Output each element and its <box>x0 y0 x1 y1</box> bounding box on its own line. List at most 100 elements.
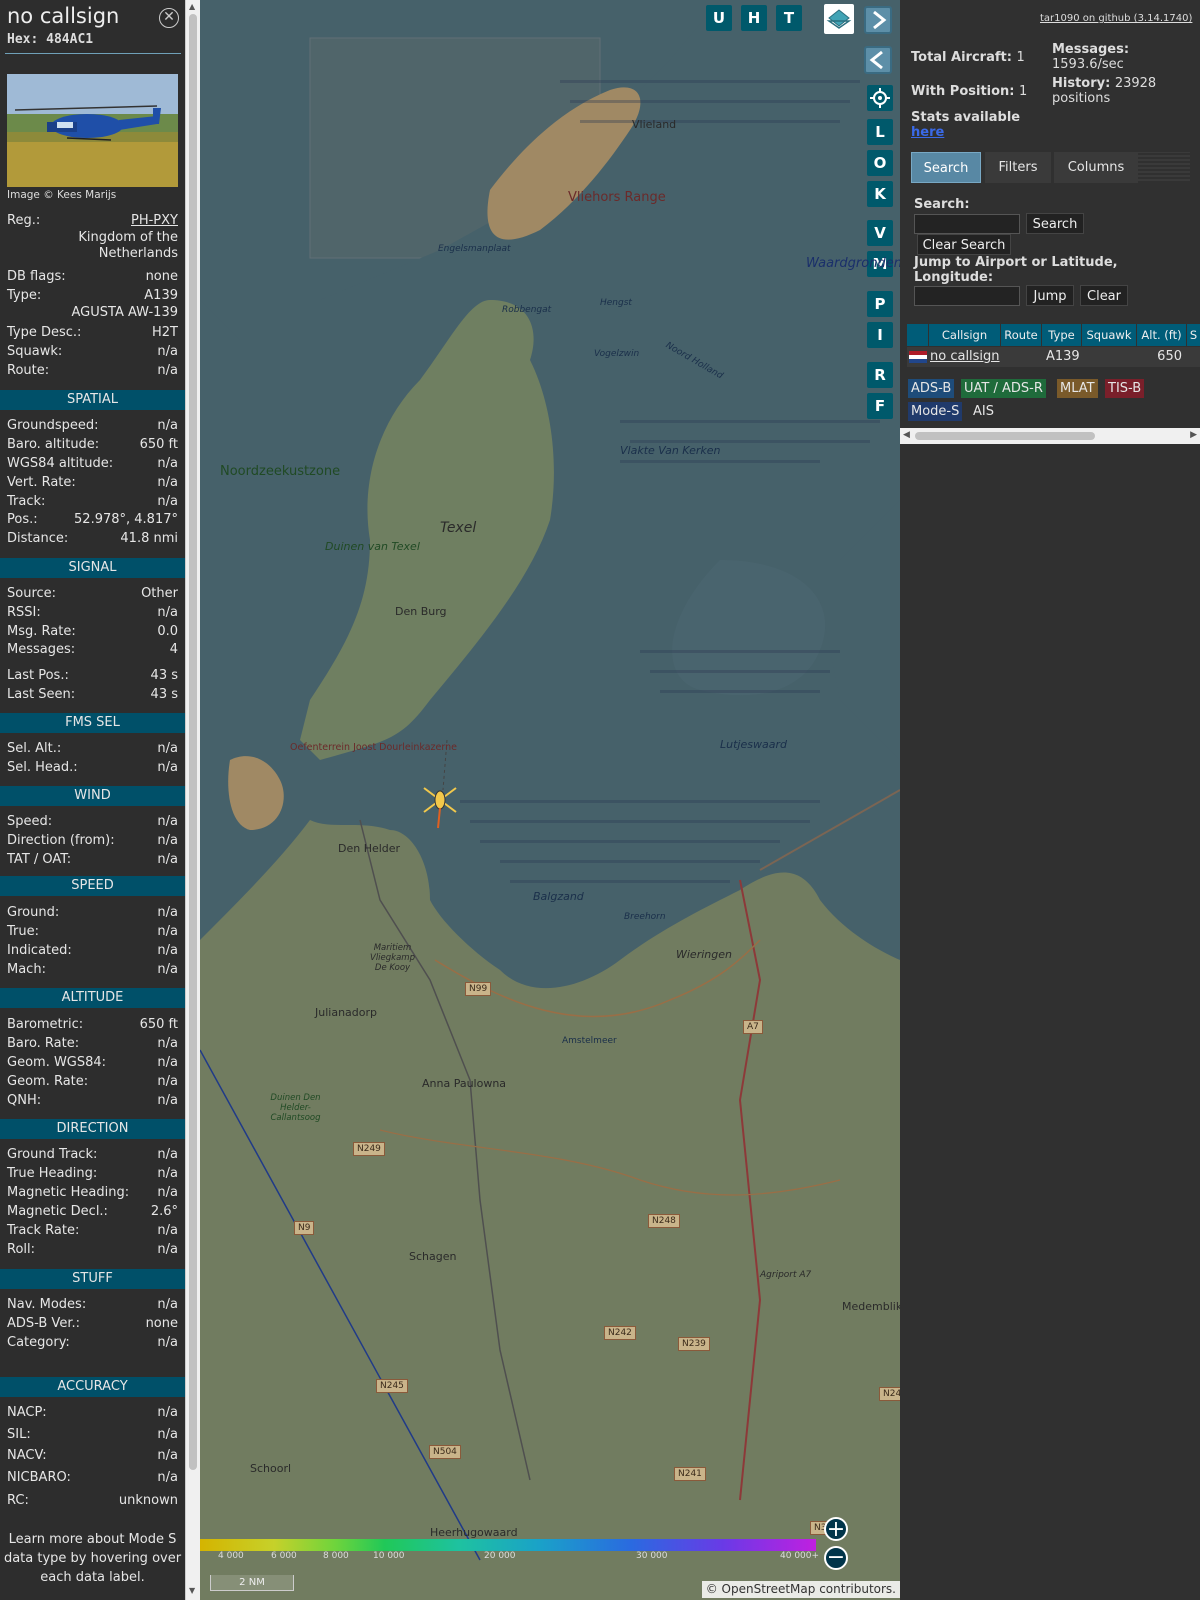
info-key[interactable]: Roll: <box>7 1241 35 1259</box>
aircraft-photo[interactable] <box>7 74 178 187</box>
scroll-right-icon[interactable]: ▶ <box>1190 430 1197 440</box>
clear-button[interactable]: Clear <box>1080 285 1128 306</box>
map-button-k[interactable]: K <box>867 181 893 207</box>
info-key[interactable]: Pos.: <box>7 511 38 529</box>
info-key[interactable]: Indicated: <box>7 942 72 960</box>
info-key[interactable]: Nav. Modes: <box>7 1296 86 1314</box>
clear-search-button[interactable]: Clear Search <box>917 234 1011 255</box>
section-header-stuff[interactable]: STUFF <box>0 1269 185 1289</box>
column-header-type[interactable]: Type <box>1042 324 1081 346</box>
map-button-r[interactable]: R <box>867 362 893 388</box>
info-key[interactable]: Category: <box>7 1334 70 1352</box>
info-key[interactable]: RC: <box>7 1492 29 1510</box>
info-key[interactable]: Sel. Head.: <box>7 759 78 777</box>
map-button-v[interactable]: V <box>867 220 893 246</box>
column-header-callsign[interactable]: Callsign <box>929 324 1000 346</box>
github-link[interactable]: tar1090 on github (3.14.1740) <box>1040 13 1192 24</box>
section-header-accuracy[interactable]: ACCURACY <box>0 1377 185 1397</box>
info-key[interactable]: Barometric: <box>7 1016 83 1034</box>
info-key[interactable]: Baro. altitude: <box>7 436 99 454</box>
info-key[interactable]: WGS84 altitude: <box>7 455 113 473</box>
info-key[interactable]: Groundspeed: <box>7 417 98 435</box>
info-key[interactable]: NICBARO: <box>7 1469 71 1487</box>
info-key[interactable]: Mach: <box>7 961 46 979</box>
info-key[interactable]: Distance: <box>7 530 68 548</box>
info-key[interactable]: RSSI: <box>7 604 41 622</box>
close-icon[interactable]: ✕ <box>159 8 179 28</box>
info-key[interactable]: Msg. Rate: <box>7 623 76 641</box>
tab-filters[interactable]: Filters <box>985 152 1051 183</box>
scroll-down-icon[interactable]: ▼ <box>189 1586 195 1595</box>
info-key[interactable]: Track Rate: <box>7 1222 79 1240</box>
info-key[interactable]: QNH: <box>7 1092 41 1110</box>
table-horizontal-scrollbar[interactable]: ◀ ▶ <box>900 428 1200 444</box>
section-header-wind[interactable]: WIND <box>0 786 185 806</box>
scrollbar-thumb[interactable] <box>915 432 1095 440</box>
left-panel-scrollbar[interactable]: ▲ ▼ <box>185 0 200 1600</box>
scroll-left-icon[interactable]: ◀ <box>903 430 910 440</box>
info-key[interactable]: NACV: <box>7 1447 47 1465</box>
jump-input[interactable] <box>914 286 1020 306</box>
legend-tick: 40 000+ <box>780 1551 820 1561</box>
section-header-direction[interactable]: DIRECTION <box>0 1119 185 1139</box>
info-key[interactable]: Sel. Alt.: <box>7 740 61 758</box>
info-key[interactable]: True: <box>7 923 39 941</box>
zoom-out-icon[interactable]: − <box>824 1546 848 1570</box>
column-header-route[interactable]: Route <box>1001 324 1041 346</box>
info-key[interactable]: Speed: <box>7 813 52 831</box>
tab-search[interactable]: Search <box>911 152 981 183</box>
map-button-i[interactable]: I <box>867 322 893 348</box>
map-button-l[interactable]: L <box>867 119 893 145</box>
map-button-t[interactable]: T <box>776 5 802 31</box>
info-key[interactable]: Ground: <box>7 904 59 922</box>
row-callsign[interactable]: no callsign <box>930 347 1000 367</box>
info-key[interactable]: True Heading: <box>7 1165 97 1183</box>
info-key[interactable]: Track: <box>7 493 45 511</box>
column-header-squawk[interactable]: Squawk <box>1082 324 1136 346</box>
info-key[interactable]: Ground Track: <box>7 1146 97 1164</box>
map-button-f[interactable]: F <box>867 393 893 419</box>
info-value[interactable]: PH-PXY <box>131 212 178 230</box>
layers-button[interactable] <box>824 4 854 34</box>
map[interactable]: U H T L O K V M P I R F Vlieland Vliehor… <box>200 0 900 1600</box>
scrollbar-thumb[interactable] <box>189 14 197 1470</box>
column-header-flag[interactable] <box>907 324 928 346</box>
info-key[interactable]: Last Pos.: <box>7 667 69 685</box>
info-key[interactable]: Vert. Rate: <box>7 474 76 492</box>
settings-gear-icon[interactable] <box>867 85 893 111</box>
section-header-signal[interactable]: SIGNAL <box>0 558 185 578</box>
zoom-in-icon[interactable]: + <box>824 1517 848 1541</box>
tab-columns[interactable]: Columns <box>1054 152 1138 183</box>
info-key[interactable]: Source: <box>7 585 56 603</box>
stats-link[interactable]: here <box>911 125 1020 140</box>
info-key[interactable]: TAT / OAT: <box>7 851 71 869</box>
jump-button[interactable]: Jump <box>1026 285 1074 306</box>
map-button-h[interactable]: H <box>741 5 767 31</box>
map-button-u[interactable]: U <box>706 5 732 31</box>
section-header-altitude[interactable]: ALTITUDE <box>0 988 185 1008</box>
expand-right-button[interactable] <box>864 6 892 34</box>
map-button-o[interactable]: O <box>867 150 893 176</box>
info-key[interactable]: ADS-B Ver.: <box>7 1315 80 1333</box>
search-input[interactable] <box>914 214 1020 234</box>
section-header-fms-sel[interactable]: FMS SEL <box>0 713 185 733</box>
section-header-speed[interactable]: SPEED <box>0 876 185 896</box>
column-header-altitude[interactable]: Alt. (ft) <box>1137 324 1186 346</box>
info-key[interactable]: Direction (from): <box>7 832 115 850</box>
info-key[interactable]: SIL: <box>7 1426 31 1444</box>
search-button[interactable]: Search <box>1026 213 1084 234</box>
collapse-left-button[interactable] <box>864 46 892 74</box>
info-key[interactable]: NACP: <box>7 1404 47 1422</box>
info-key[interactable]: Magnetic Decl.: <box>7 1203 108 1221</box>
section-header-spatial[interactable]: SPATIAL <box>0 390 185 410</box>
osm-link[interactable]: OpenStreetMap <box>722 1582 816 1596</box>
info-key[interactable]: Baro. Rate: <box>7 1035 79 1053</box>
info-key[interactable]: Messages: <box>7 641 75 659</box>
info-key[interactable]: Geom. Rate: <box>7 1073 88 1091</box>
info-key[interactable]: Magnetic Heading: <box>7 1184 129 1202</box>
info-key[interactable]: Geom. WGS84: <box>7 1054 106 1072</box>
info-key[interactable]: Last Seen: <box>7 686 75 704</box>
scroll-up-icon[interactable]: ▲ <box>189 2 195 11</box>
map-button-p[interactable]: P <box>867 291 893 317</box>
column-header-speed[interactable]: S <box>1187 324 1200 346</box>
